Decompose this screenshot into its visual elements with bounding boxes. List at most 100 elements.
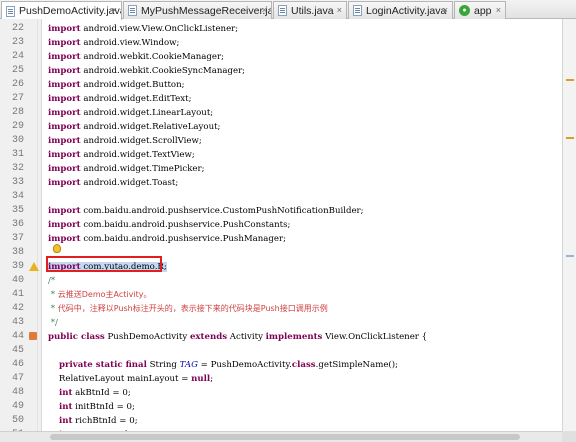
close-icon[interactable]: × [443, 5, 448, 16]
code-token: com.baidu.android.pushservice.CustomPush… [80, 206, 364, 216]
code-token: implements [265, 332, 323, 342]
java-file-icon [6, 5, 15, 17]
code-token: android.widget.Toast; [80, 178, 179, 188]
code-token: android.widget.LinearLayout; [80, 108, 214, 118]
code-line: public class PushDemoActivity extends Ac… [48, 330, 427, 344]
line-number: 36 [11, 219, 24, 230]
code-line: int akBtnId = 0; [48, 386, 131, 400]
ruler-marker-occurrence[interactable] [566, 255, 574, 257]
line-number: 26 [11, 79, 24, 90]
line-number: 47 [11, 373, 24, 384]
ruler-marker-warning[interactable] [566, 79, 574, 81]
code-token: ; [210, 374, 214, 384]
code-token: RelativeLayout mainLayout = [48, 374, 192, 384]
code-token: /* [48, 276, 56, 286]
code-line: private static final String TAG = PushDe… [48, 358, 398, 372]
code-token: import [48, 80, 81, 90]
line-number: 45 [11, 345, 24, 356]
code-editor[interactable]: import android.view.View.OnClickListener… [42, 19, 562, 431]
code-line: import android.webkit.CookieSyncManager; [48, 64, 245, 78]
code-line: */ [48, 316, 58, 330]
code-line: import android.widget.Button; [48, 78, 185, 92]
code-token: import [48, 94, 81, 104]
java-file-icon [353, 5, 362, 16]
code-line: import android.widget.RelativeLayout; [48, 120, 220, 134]
line-number: 43 [11, 317, 24, 328]
code-token: import [48, 52, 81, 62]
code-token: android.widget.Button; [80, 80, 185, 90]
class-override-icon[interactable] [29, 332, 37, 340]
warning-icon[interactable] [29, 262, 39, 271]
code-token: import [48, 206, 81, 216]
code-token: import [48, 66, 81, 76]
code-token: = PushDemoActivity. [197, 360, 292, 370]
tab-app[interactable]: ● app × [454, 1, 506, 19]
line-number: 34 [11, 191, 24, 202]
code-token: public class [48, 332, 105, 342]
line-number: 24 [11, 51, 24, 62]
tab-loginactivity[interactable]: LoginActivity.java × [348, 1, 453, 19]
code-line: import com.baidu.android.pushservice.Pus… [48, 218, 290, 232]
code-token: akBtnId = 0; [72, 388, 131, 398]
code-token: com.baidu.android.pushservice.PushConsta… [80, 220, 291, 230]
line-number: 22 [11, 23, 24, 34]
close-icon[interactable]: × [337, 5, 342, 16]
code-token: android.webkit.CookieManager; [80, 52, 224, 62]
horizontal-scrollbar[interactable] [42, 431, 562, 442]
code-token: android.webkit.CookieSyncManager; [80, 66, 246, 76]
code-line: int initBtnId = 0; [48, 400, 135, 414]
code-token: TAG [179, 360, 198, 370]
ruler-marker-warning[interactable] [566, 137, 574, 139]
code-line: * 云推送Demo主Activity。 [48, 288, 152, 302]
line-number: 41 [11, 289, 24, 300]
line-number: 30 [11, 135, 24, 146]
java-file-icon [278, 5, 287, 16]
close-icon[interactable]: × [262, 5, 267, 16]
tab-utils[interactable]: Utils.java × [273, 1, 347, 19]
code-line: /* [48, 274, 55, 288]
line-number: 50 [11, 415, 24, 426]
tab-label: LoginActivity.java [366, 4, 447, 17]
code-token: android.view.Window; [80, 38, 180, 48]
fold-column [37, 19, 38, 431]
code-token: 云推送Demo主Activity。 [57, 290, 152, 299]
code-token: android.widget.TextView; [80, 150, 195, 160]
close-icon[interactable]: × [496, 5, 501, 16]
tab-mypushmessagereceiver[interactable]: MyPushMessageReceiver.java × [123, 1, 272, 19]
line-number: 23 [11, 37, 24, 48]
scroll-corner [562, 431, 576, 442]
code-token: import [48, 150, 81, 160]
gutter-scroll-corner [0, 431, 42, 442]
line-number: 37 [11, 233, 24, 244]
code-line: import android.widget.ScrollView; [48, 134, 202, 148]
quick-fix-lightbulb-icon[interactable] [53, 244, 61, 253]
code-token: */ [48, 318, 58, 328]
line-number: 28 [11, 107, 24, 118]
code-token: PushDemoActivity [104, 332, 190, 342]
code-line: import android.view.Window; [48, 36, 179, 50]
line-number: 25 [11, 65, 24, 76]
scrollbar-thumb[interactable] [50, 434, 520, 440]
code-token: import [48, 24, 81, 34]
line-number: 27 [11, 93, 24, 104]
code-line: import android.widget.TextView; [48, 148, 195, 162]
close-icon[interactable]: × [112, 5, 117, 16]
code-line: import android.widget.Toast; [48, 176, 178, 190]
line-number: 44 [11, 331, 24, 342]
line-number: 29 [11, 121, 24, 132]
code-line: import android.view.View.OnClickListener… [48, 22, 238, 36]
tab-pushdemoactivity[interactable]: PushDemoActivity.java × [1, 1, 122, 20]
code-line: import android.webkit.CookieManager; [48, 50, 224, 64]
code-token: * [48, 304, 58, 314]
code-token: import [48, 178, 81, 188]
overview-ruler[interactable] [562, 19, 576, 431]
code-token: int [58, 416, 73, 426]
code-token: initBtnId = 0; [72, 402, 135, 412]
tab-label: MyPushMessageReceiver.java [141, 4, 272, 17]
code-token: import [48, 136, 81, 146]
line-number: 48 [11, 387, 24, 398]
line-number: 33 [11, 177, 24, 188]
